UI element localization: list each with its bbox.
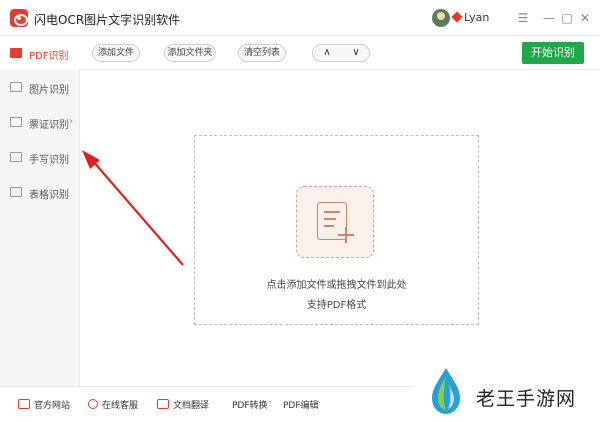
vip-badge-icon xyxy=(451,11,463,23)
sidebar-item-label: PDF识别 xyxy=(29,51,69,62)
app-logo-icon xyxy=(10,9,28,27)
toolbar: 添加文件 添加文件夹 清空列表 ∧ ∨ 开始识别 xyxy=(80,36,600,70)
footer-pdf-convert[interactable]: PDF转换 xyxy=(232,398,268,412)
reorder-buttons: ∧ ∨ xyxy=(312,44,370,62)
sidebar: PDF识别 图片识别 票证识别 › 手写识别 表格识别 xyxy=(0,36,80,386)
main-area: 点击添加文件或拖拽文件到此处 支持PDF格式 xyxy=(80,70,600,386)
add-file-button[interactable]: 添加文件 xyxy=(92,44,140,62)
footer-official-site[interactable]: 官方网站 xyxy=(18,398,70,412)
footer-label: 在线客服 xyxy=(102,401,139,411)
headset-icon xyxy=(88,399,98,409)
sidebar-item-table[interactable]: 表格识别 xyxy=(0,175,80,209)
plus-icon xyxy=(337,227,355,245)
sidebar-item-label: 手写识别 xyxy=(29,155,69,166)
sidebar-item-ticket[interactable]: 票证识别 › xyxy=(0,105,80,139)
image-icon xyxy=(10,82,22,92)
supported-formats: 支持PDF格式 xyxy=(306,300,367,311)
file-dropzone[interactable]: 点击添加文件或拖拽文件到此处 支持PDF格式 xyxy=(194,135,479,325)
footer-label: 文档翻译 xyxy=(173,401,210,411)
dropzone-hint: 点击添加文件或拖拽文件到此处 xyxy=(266,280,407,291)
footer-pdf-edit[interactable]: PDF编辑 xyxy=(283,398,319,412)
water-drop-logo-icon xyxy=(432,368,460,414)
table-icon xyxy=(10,187,22,197)
move-down-button[interactable]: ∨ xyxy=(342,45,370,61)
user-avatar[interactable] xyxy=(432,9,450,27)
footer-label: PDF转换 xyxy=(232,401,268,411)
footer-label: PDF编辑 xyxy=(283,401,319,411)
app-title: 闪电OCR图片文字识别软件 xyxy=(34,13,181,27)
move-up-button[interactable]: ∧ xyxy=(313,45,341,61)
sidebar-item-image[interactable]: 图片识别 xyxy=(0,70,80,104)
footer-doc-translate[interactable]: 文档翻译 xyxy=(157,398,209,412)
add-folder-button[interactable]: 添加文件夹 xyxy=(164,44,216,62)
footer-label: 官方网站 xyxy=(34,401,71,411)
sidebar-item-handwriting[interactable]: 手写识别 xyxy=(0,140,80,174)
sidebar-item-label: 表格识别 xyxy=(29,190,69,201)
sidebar-item-pdf[interactable]: PDF识别 xyxy=(0,36,80,70)
username[interactable]: Lyan xyxy=(464,11,489,24)
site-watermark-badge: 老王手游网 xyxy=(412,360,600,422)
handwriting-icon xyxy=(10,152,22,162)
pdf-icon xyxy=(10,48,22,58)
title-bar: 闪电OCR图片文字识别软件 Lyan ☰ — □ ✕ xyxy=(0,0,600,36)
sidebar-item-label: 票证识别 xyxy=(29,120,69,131)
monitor-icon xyxy=(18,399,30,409)
ticket-icon xyxy=(10,117,22,127)
translate-icon xyxy=(157,399,169,409)
start-recognition-button[interactable]: 开始识别 xyxy=(522,42,584,64)
clear-list-button[interactable]: 清空列表 xyxy=(238,44,286,62)
sidebar-item-label: 图片识别 xyxy=(29,85,69,96)
chevron-right-icon: › xyxy=(69,116,73,127)
close-button[interactable]: ✕ xyxy=(576,9,594,27)
add-document-icon[interactable] xyxy=(296,186,374,258)
menu-icon[interactable]: ☰ xyxy=(514,9,532,27)
footer-online-support[interactable]: 在线客服 xyxy=(88,398,138,412)
minimize-button[interactable]: — xyxy=(540,9,558,27)
maximize-button[interactable]: □ xyxy=(558,9,576,27)
site-name: 老王手游网 xyxy=(476,388,577,410)
